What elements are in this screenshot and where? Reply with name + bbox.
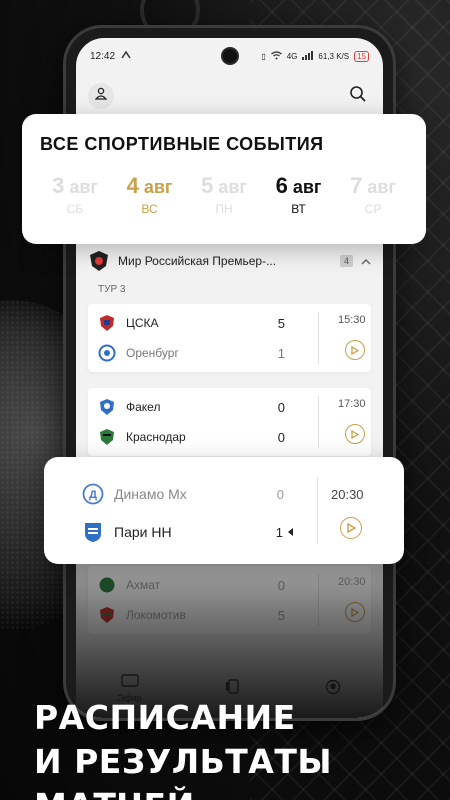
away-team-row: Оренбург 1 xyxy=(88,338,371,368)
match-time: 20:30 xyxy=(338,576,366,588)
day-weekday: СБ xyxy=(66,202,84,216)
date-picker-card: ВСЕ СПОРТИВНЫЕ СОБЫТИЯ 3 авг СБ 4 авг ВС… xyxy=(22,114,426,244)
day-number: 5 xyxy=(201,173,214,198)
match-time: 15:30 xyxy=(338,314,366,326)
day-number: 4 xyxy=(126,173,139,198)
match-highlight-card[interactable]: Д Динамо Мх 0 Пари НН 1 20:30 xyxy=(44,457,404,564)
front-camera xyxy=(222,49,237,63)
home-score: 0 xyxy=(277,577,285,593)
away-team-name: Локомотив xyxy=(126,608,186,622)
home-score: 5 xyxy=(277,315,285,331)
play-button[interactable] xyxy=(345,424,365,444)
away-team-name: Пари НН xyxy=(114,524,172,540)
home-team-name: Ахмат xyxy=(126,578,161,592)
home-team-row: Ахмат 0 xyxy=(88,570,371,600)
league-header[interactable]: Мир Российская Премьер-... 4 xyxy=(88,244,371,278)
app-header xyxy=(76,74,383,118)
date-row: 3 авг СБ 4 авг ВС 5 авг ПН 6 авг ВТ 7 ав… xyxy=(40,173,408,216)
day-month: авг xyxy=(218,177,247,197)
signal-icon xyxy=(302,50,314,62)
krasnodar-logo-icon xyxy=(98,428,116,446)
headline-line-1: РАСПИСАНИЕ xyxy=(34,698,296,737)
away-score: 1 xyxy=(277,345,285,361)
cska-logo-icon xyxy=(98,314,116,332)
ball-icon xyxy=(325,679,341,697)
orenburg-logo-icon xyxy=(98,344,116,362)
round-label: ТУР 3 xyxy=(98,284,126,295)
notification-icon xyxy=(121,50,131,62)
profile-button[interactable] xyxy=(88,83,114,109)
vibrate-icon: ▯ xyxy=(261,51,266,61)
day-number: 7 xyxy=(350,173,363,198)
cards-icon xyxy=(225,679,241,697)
card-divider xyxy=(318,396,319,448)
chevron-up-icon[interactable] xyxy=(361,254,371,268)
day-weekday: ВТ xyxy=(291,202,306,216)
battery-indicator: 15 xyxy=(354,50,369,62)
day-month: авг xyxy=(292,177,322,197)
away-score: 1 xyxy=(275,524,283,540)
day-weekday: ВС xyxy=(141,202,158,216)
lokomotiv-logo-icon xyxy=(98,606,116,624)
home-team-name: Динамо Мх xyxy=(114,486,187,502)
home-score: 0 xyxy=(277,399,285,415)
home-score: 0 xyxy=(276,486,284,502)
play-button[interactable] xyxy=(345,340,365,360)
search-button[interactable] xyxy=(345,83,371,109)
home-team-row: Факел 0 xyxy=(88,392,371,422)
card-divider xyxy=(318,312,319,364)
tv-icon xyxy=(121,673,139,690)
day-item[interactable]: 7 авг СР xyxy=(338,173,408,216)
dynamo-logo-icon: Д xyxy=(82,483,104,505)
home-team-name: Факел xyxy=(126,400,161,414)
headline-line-2: И РЕЗУЛЬТАТЫ МАТЧЕЙ xyxy=(34,742,333,800)
network-speed: 61,3 K/S xyxy=(318,51,350,61)
match-time: 20:30 xyxy=(331,487,364,502)
day-item-selected[interactable]: 6 авг ВТ xyxy=(264,173,334,216)
day-number: 6 xyxy=(275,173,288,198)
away-score: 0 xyxy=(277,429,285,445)
home-team-row: ЦСКА 5 xyxy=(88,308,371,338)
day-item[interactable]: 5 авг ПН xyxy=(189,173,259,216)
match-card[interactable]: Факел 0 Краснодар 0 17:30 xyxy=(88,388,371,456)
match-card[interactable]: Ахмат 0 Локомотив 5 20:30 xyxy=(88,566,371,634)
promo-headline: РАСПИСАНИЕ И РЕЗУЛЬТАТЫ МАТЧЕЙ xyxy=(34,696,450,800)
search-icon xyxy=(349,85,367,108)
away-team-name: Оренбург xyxy=(126,346,179,360)
day-weekday: СР xyxy=(364,202,382,216)
network-type: 4G xyxy=(286,51,298,61)
day-month: авг xyxy=(367,177,396,197)
day-month: авг xyxy=(69,177,98,197)
winner-indicator-icon xyxy=(288,528,293,536)
svg-text:Д: Д xyxy=(89,489,97,501)
nav-item-sports[interactable] xyxy=(325,679,341,697)
fakel-logo-icon xyxy=(98,398,116,416)
home-team-name: ЦСКА xyxy=(126,316,159,330)
away-team-row: Локомотив 5 xyxy=(88,600,371,630)
away-score: 5 xyxy=(277,607,285,623)
day-item-today[interactable]: 4 авг ВС xyxy=(115,173,185,216)
status-time: 12:42 xyxy=(90,50,116,62)
day-number: 3 xyxy=(52,173,65,198)
match-time: 17:30 xyxy=(338,398,366,410)
card-divider xyxy=(318,574,319,626)
nav-item-cards[interactable] xyxy=(225,679,241,697)
date-picker-title: ВСЕ СПОРТИВНЫЕ СОБЫТИЯ xyxy=(40,134,324,154)
akhmat-logo-icon xyxy=(98,576,116,594)
play-button[interactable] xyxy=(340,517,362,539)
away-team-name: Краснодар xyxy=(126,430,186,444)
rpl-logo-icon xyxy=(88,250,110,272)
day-item[interactable]: 3 авг СБ xyxy=(40,173,110,216)
wifi-icon xyxy=(270,50,282,62)
match-card[interactable]: ЦСКА 5 Оренбург 1 15:30 xyxy=(88,304,371,372)
user-icon xyxy=(94,87,108,105)
league-name: Мир Российская Премьер-... xyxy=(118,254,277,268)
card-divider xyxy=(317,477,318,544)
play-button[interactable] xyxy=(345,602,365,622)
day-weekday: ПН xyxy=(215,202,233,216)
day-month: авг xyxy=(143,177,173,197)
away-team-row: Краснодар 0 xyxy=(88,422,371,452)
match-count-badge: 4 xyxy=(339,255,353,267)
pari-nn-logo-icon xyxy=(82,521,104,543)
